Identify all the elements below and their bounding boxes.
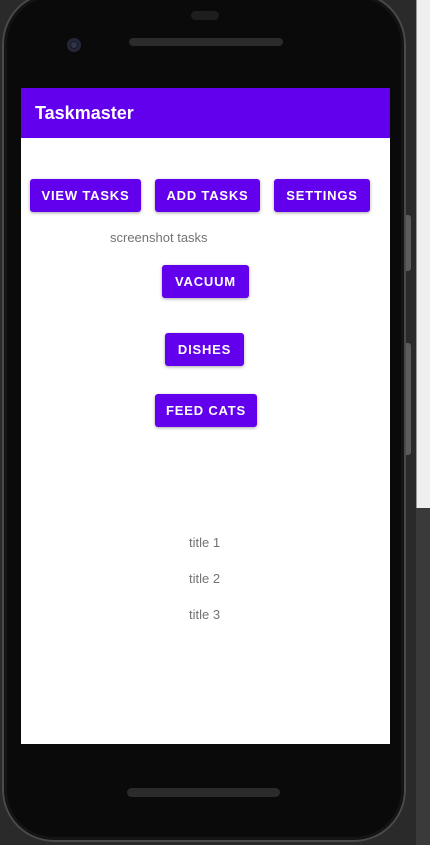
dishes-button[interactable]: DISHES xyxy=(165,333,244,366)
task-title-1: title 1 xyxy=(189,535,221,550)
vacuum-button[interactable]: VACUUM xyxy=(162,265,249,298)
background-dark-area xyxy=(416,508,430,845)
app-screen: Taskmaster VIEW TASKS ADD TASKS SETTINGS… xyxy=(21,88,390,744)
screenshot-tasks-label: screenshot tasks xyxy=(110,230,208,245)
volume-button xyxy=(406,215,411,271)
device-top-notch xyxy=(191,11,219,20)
earpiece-speaker xyxy=(129,38,283,46)
add-tasks-button[interactable]: ADD TASKS xyxy=(155,179,260,212)
front-camera-icon xyxy=(67,38,81,52)
app-bar: Taskmaster xyxy=(21,88,390,138)
feed-cats-button[interactable]: FEED CATS xyxy=(155,394,257,427)
app-title: Taskmaster xyxy=(35,103,134,123)
background-window-panel xyxy=(416,0,430,508)
settings-button[interactable]: SETTINGS xyxy=(274,179,370,212)
task-title-2: title 2 xyxy=(189,571,221,586)
task-title-3: title 3 xyxy=(189,607,221,622)
power-button xyxy=(406,343,411,455)
bottom-speaker xyxy=(127,788,280,797)
view-tasks-button[interactable]: VIEW TASKS xyxy=(30,179,141,212)
